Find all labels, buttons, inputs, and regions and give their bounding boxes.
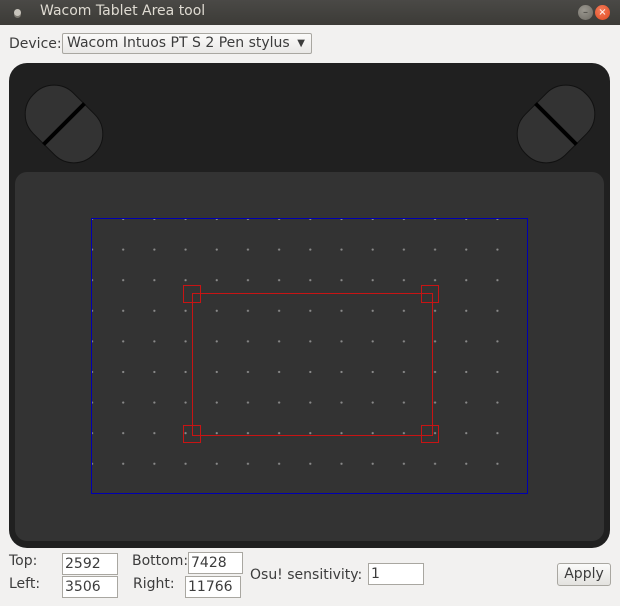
resize-handle-top-right[interactable] [421, 285, 439, 303]
device-dropdown-value: Wacom Intuos PT S 2 Pen stylus [67, 35, 290, 51]
bottom-label: Bottom: [132, 553, 189, 569]
title-bar: Wacom Tablet Area tool – × [0, 0, 620, 25]
resize-handle-bottom-left[interactable] [183, 425, 201, 443]
minimize-icon[interactable]: – [578, 5, 593, 20]
device-dropdown[interactable]: Wacom Intuos PT S 2 Pen stylus ▼ [62, 33, 312, 54]
top-label: Top: [9, 553, 38, 569]
right-label: Right: [133, 576, 175, 592]
resize-handle-top-left[interactable] [183, 285, 201, 303]
apply-button[interactable]: Apply [557, 563, 611, 586]
right-input[interactable]: 11766 [185, 576, 241, 598]
device-label: Device: [9, 36, 62, 52]
express-key-divider [42, 102, 86, 146]
left-label: Left: [9, 576, 41, 592]
chevron-down-icon: ▼ [297, 38, 305, 49]
express-key-divider [534, 102, 578, 146]
window-title: Wacom Tablet Area tool [40, 3, 206, 19]
express-key-left [13, 73, 115, 175]
top-input[interactable]: 2592 [62, 553, 118, 575]
left-input[interactable]: 3506 [62, 576, 118, 598]
resize-handle-bottom-right[interactable] [421, 425, 439, 443]
close-icon[interactable]: × [595, 5, 610, 20]
sensitivity-input[interactable]: 1 [368, 563, 424, 585]
selected-area-rectangle[interactable] [192, 293, 433, 436]
express-key-right [505, 73, 607, 175]
bottom-input[interactable]: 7428 [188, 552, 243, 574]
app-dot-icon [14, 9, 21, 16]
sensitivity-label: Osu! sensitivity: [250, 567, 363, 583]
